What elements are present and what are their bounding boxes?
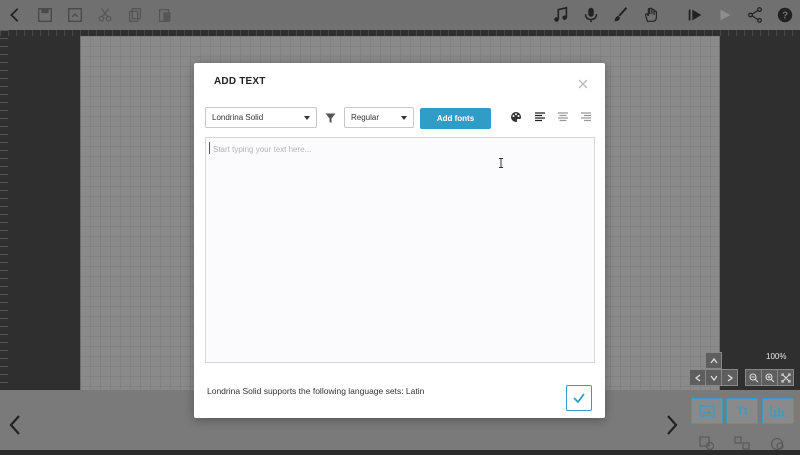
pan-left-button[interactable] xyxy=(689,369,706,386)
chevron-down-icon xyxy=(304,116,310,120)
align-right-icon[interactable] xyxy=(580,110,592,122)
add-fonts-button[interactable]: Add fonts xyxy=(420,108,491,129)
left-ruler xyxy=(0,30,8,390)
pan-up-button[interactable] xyxy=(705,352,722,369)
zoom-out-button[interactable] xyxy=(745,369,762,386)
ibeam-cursor-icon xyxy=(498,155,504,168)
zoom-level: 100% xyxy=(766,352,787,361)
microphone-icon[interactable] xyxy=(581,5,601,25)
text-input-area[interactable]: Start typing your text here... xyxy=(205,137,595,363)
music-icon[interactable] xyxy=(551,5,571,25)
text-color-icon[interactable] xyxy=(510,110,522,122)
pan-right-button[interactable] xyxy=(721,369,738,386)
help-icon[interactable]: ? xyxy=(775,5,795,25)
top-toolbar: ? xyxy=(0,0,800,30)
image-icon xyxy=(699,405,715,417)
add-text-button[interactable]: Tt xyxy=(726,398,758,424)
font-family-value: Londrina Solid xyxy=(212,113,264,122)
font-style-value: Regular xyxy=(351,113,380,122)
play-icon[interactable] xyxy=(715,5,735,25)
language-support-note: Londrina Solid supports the following la… xyxy=(207,386,425,396)
pan-down-button[interactable] xyxy=(705,369,722,386)
hand-icon[interactable] xyxy=(641,5,661,25)
close-icon[interactable] xyxy=(577,77,589,89)
previous-slide-button[interactable] xyxy=(5,410,25,440)
add-image-button[interactable] xyxy=(691,398,723,424)
play-from-start-icon[interactable] xyxy=(685,5,705,25)
brush-icon[interactable] xyxy=(611,5,631,25)
next-slide-button[interactable] xyxy=(662,410,682,440)
copy-icon[interactable] xyxy=(125,5,145,25)
svg-text:?: ? xyxy=(782,11,788,22)
checkmark-icon xyxy=(573,393,585,404)
align-center-icon[interactable] xyxy=(557,110,569,122)
back-icon[interactable] xyxy=(5,5,25,25)
share-icon[interactable] xyxy=(745,5,765,25)
save-as-icon[interactable] xyxy=(65,5,85,25)
font-style-select[interactable]: Regular xyxy=(344,107,414,128)
dialog-title: ADD TEXT xyxy=(214,76,266,87)
fit-screen-button[interactable] xyxy=(777,369,794,386)
chart-icon xyxy=(770,406,785,417)
video-icon[interactable] xyxy=(769,436,785,451)
text-placeholder: Start typing your text here... xyxy=(213,145,312,154)
add-text-label: Tt xyxy=(736,404,748,418)
save-icon[interactable] xyxy=(35,5,55,25)
shape-icon[interactable] xyxy=(699,436,715,451)
add-text-dialog: ADD TEXT Londrina Solid Regular Add font… xyxy=(194,63,605,418)
paste-icon[interactable] xyxy=(155,5,175,25)
text-cursor xyxy=(209,142,210,154)
chevron-down-icon xyxy=(401,116,407,120)
zoom-in-button[interactable] xyxy=(761,369,778,386)
align-left-icon[interactable] xyxy=(534,110,546,122)
add-chart-button[interactable] xyxy=(762,398,794,424)
layout-icon[interactable] xyxy=(734,436,750,450)
confirm-button[interactable] xyxy=(566,385,592,411)
cut-icon[interactable] xyxy=(95,5,115,25)
font-family-select[interactable]: Londrina Solid xyxy=(205,107,317,128)
filter-icon[interactable] xyxy=(325,111,336,123)
